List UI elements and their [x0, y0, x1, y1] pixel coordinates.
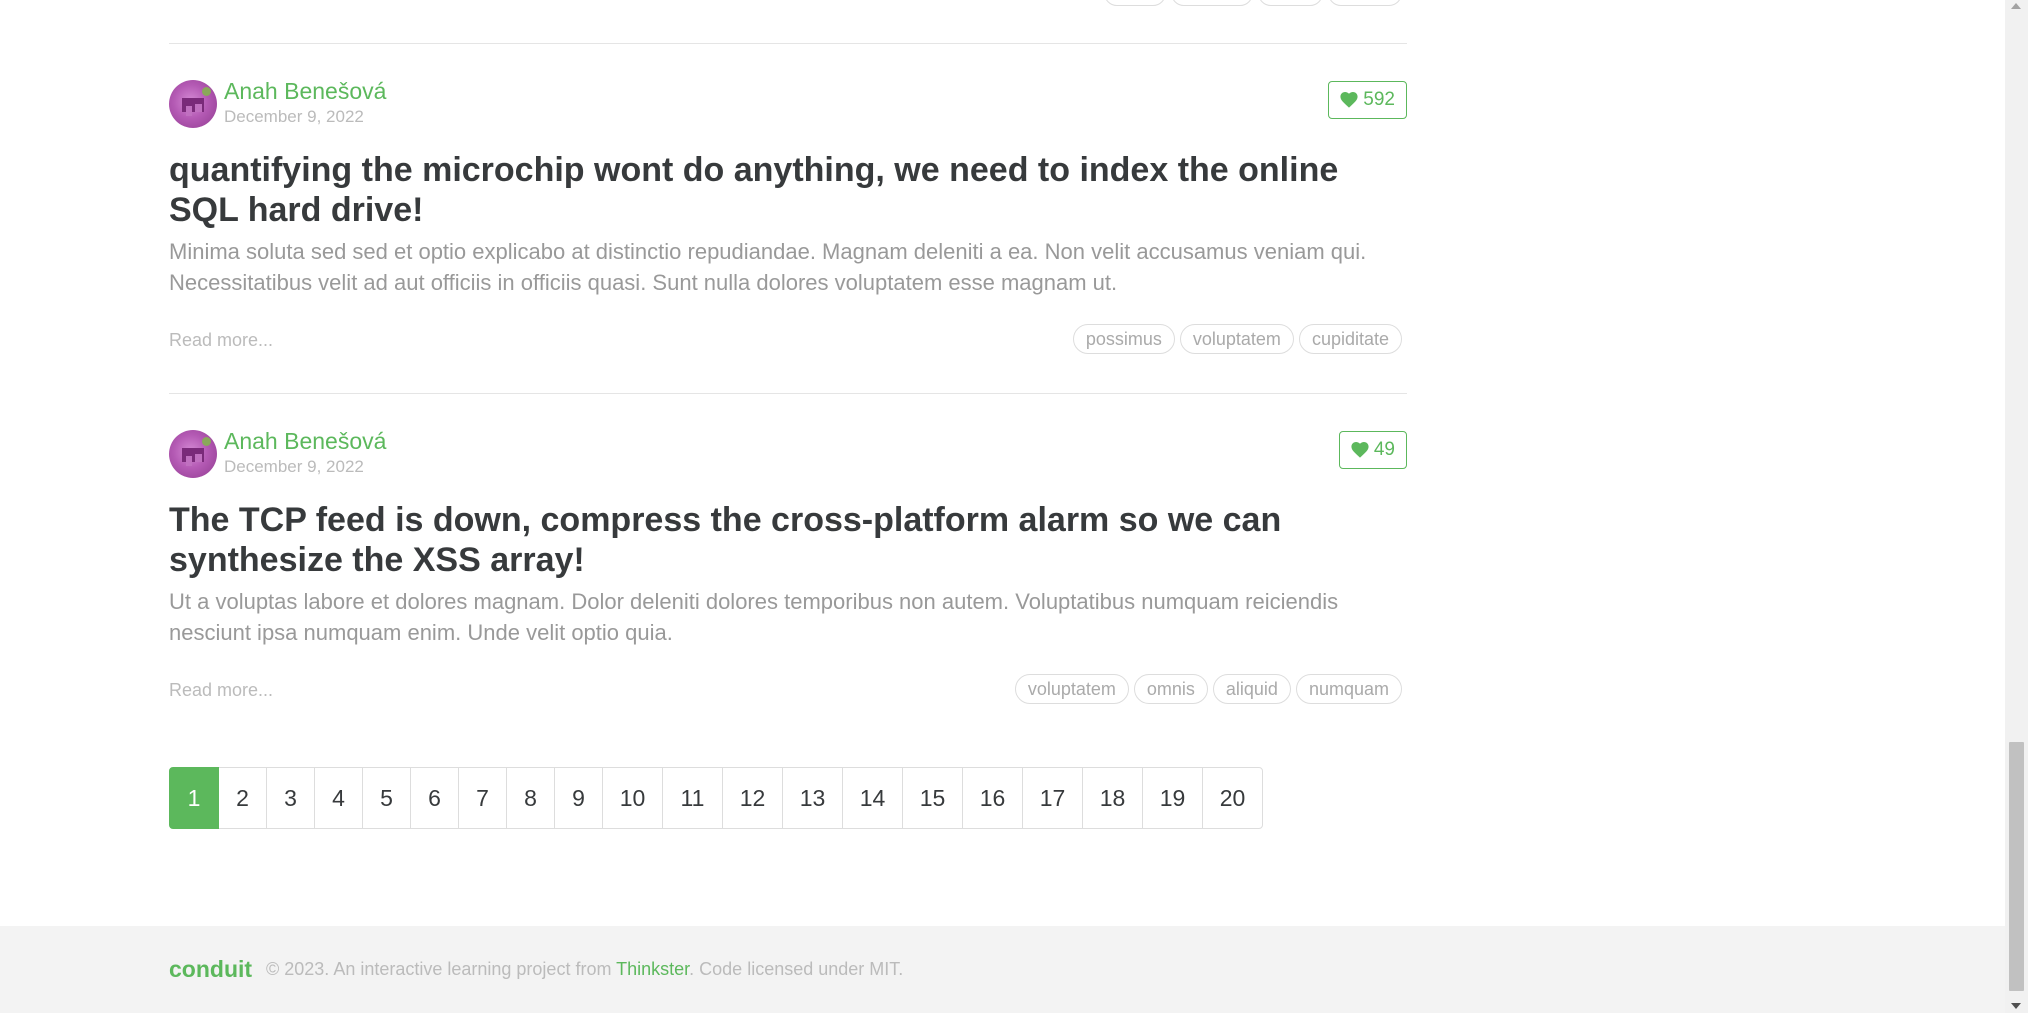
avatar-pattern [186, 456, 192, 466]
page-link-8[interactable]: 8 [506, 767, 555, 829]
copyright-text: © 2023. An interactive learning project … [266, 959, 617, 979]
tag-pill[interactable]: voluptatem [1014, 674, 1129, 704]
page-link-3[interactable]: 3 [266, 767, 315, 829]
page-link-4[interactable]: 4 [314, 767, 363, 829]
page-link-20[interactable]: 20 [1202, 767, 1263, 829]
article-title[interactable]: The TCP feed is down, compress the cross… [169, 500, 1407, 580]
previous-article-preview [169, 0, 1407, 44]
heart-icon [1340, 92, 1358, 108]
page-link-16[interactable]: 16 [962, 767, 1023, 829]
article-date: December 9, 2022 [224, 107, 364, 126]
page-link-19[interactable]: 19 [1142, 767, 1203, 829]
page-viewport: Anah Benešová December 9, 2022 592 quant… [0, 0, 2028, 1013]
article-description: Minima soluta sed sed et optio explicabo… [169, 239, 1367, 295]
tag-list: possimus voluptatem cupiditate [1072, 324, 1402, 354]
tag-pill [1171, 0, 1253, 6]
tag-pill[interactable]: cupiditate [1298, 324, 1402, 354]
like-count: 592 [1363, 89, 1395, 110]
favorite-button[interactable]: 49 [1338, 431, 1407, 469]
avatar-pattern [195, 104, 202, 112]
avatar-dot [202, 87, 211, 96]
article-preview: Anah Benešová December 9, 2022 49 The TC… [169, 394, 1407, 710]
tag-pill [1328, 0, 1402, 6]
footer: conduit © 2023. An interactive learning … [0, 926, 2005, 1013]
tag-pill [1258, 0, 1323, 6]
scrollbar-thumb[interactable] [2009, 742, 2024, 991]
page-link-15[interactable]: 15 [902, 767, 963, 829]
tag-pill [1104, 0, 1166, 6]
scroll-up-arrow-icon[interactable] [2011, 3, 2021, 9]
footer-logo[interactable]: conduit [169, 956, 252, 983]
page-link-14[interactable]: 14 [842, 767, 903, 829]
avatar-pattern [186, 106, 192, 116]
page-link-10[interactable]: 10 [602, 767, 663, 829]
read-more-link[interactable]: Read more... [169, 680, 273, 701]
thinkster-link[interactable]: Thinkster [616, 959, 689, 979]
tag-pill[interactable]: possimus [1072, 324, 1175, 354]
license-text: . Code licensed under MIT. [689, 959, 904, 979]
avatar-pattern [195, 454, 202, 462]
page-link-17[interactable]: 17 [1022, 767, 1083, 829]
favorite-button[interactable]: 592 [1328, 81, 1407, 119]
tag-pill[interactable]: numquam [1295, 674, 1402, 704]
like-count: 49 [1373, 439, 1395, 460]
article-date: December 9, 2022 [224, 457, 364, 476]
page-link-13[interactable]: 13 [782, 767, 843, 829]
page-link-2[interactable]: 2 [218, 767, 267, 829]
page-link-6[interactable]: 6 [410, 767, 459, 829]
previous-article-tags [1104, 0, 1402, 6]
article-preview: Anah Benešová December 9, 2022 592 quant… [169, 44, 1407, 394]
author-name[interactable]: Anah Benešová [224, 427, 386, 455]
pagination: 1 2 3 4 5 6 7 8 9 10 11 12 13 14 15 16 1… [169, 767, 1263, 829]
tag-list: voluptatem omnis aliquid numquam [1014, 674, 1402, 704]
page-link-7[interactable]: 7 [458, 767, 507, 829]
avatar[interactable] [169, 80, 217, 128]
read-more-link[interactable]: Read more... [169, 330, 273, 351]
page-link-1[interactable]: 1 [169, 767, 219, 829]
page-link-12[interactable]: 12 [722, 767, 783, 829]
scroll-down-arrow-icon[interactable] [2011, 1003, 2021, 1009]
article-title[interactable]: quantifying the microchip wont do anythi… [169, 150, 1407, 230]
author-name[interactable]: Anah Benešová [224, 77, 386, 105]
tag-pill[interactable]: voluptatem [1179, 324, 1294, 354]
article-description: Ut a voluptas labore et dolores magnam. … [169, 589, 1339, 645]
vertical-scrollbar[interactable] [2005, 0, 2028, 1013]
footer-attribution: © 2023. An interactive learning project … [266, 959, 903, 980]
heart-icon [1351, 442, 1369, 458]
page-link-9[interactable]: 9 [554, 767, 603, 829]
page-link-11[interactable]: 11 [662, 767, 723, 829]
avatar[interactable] [169, 430, 217, 478]
page-link-18[interactable]: 18 [1082, 767, 1143, 829]
tag-pill[interactable]: aliquid [1212, 674, 1291, 704]
page-link-5[interactable]: 5 [362, 767, 411, 829]
avatar-dot [202, 437, 211, 446]
tag-pill[interactable]: omnis [1133, 674, 1208, 704]
